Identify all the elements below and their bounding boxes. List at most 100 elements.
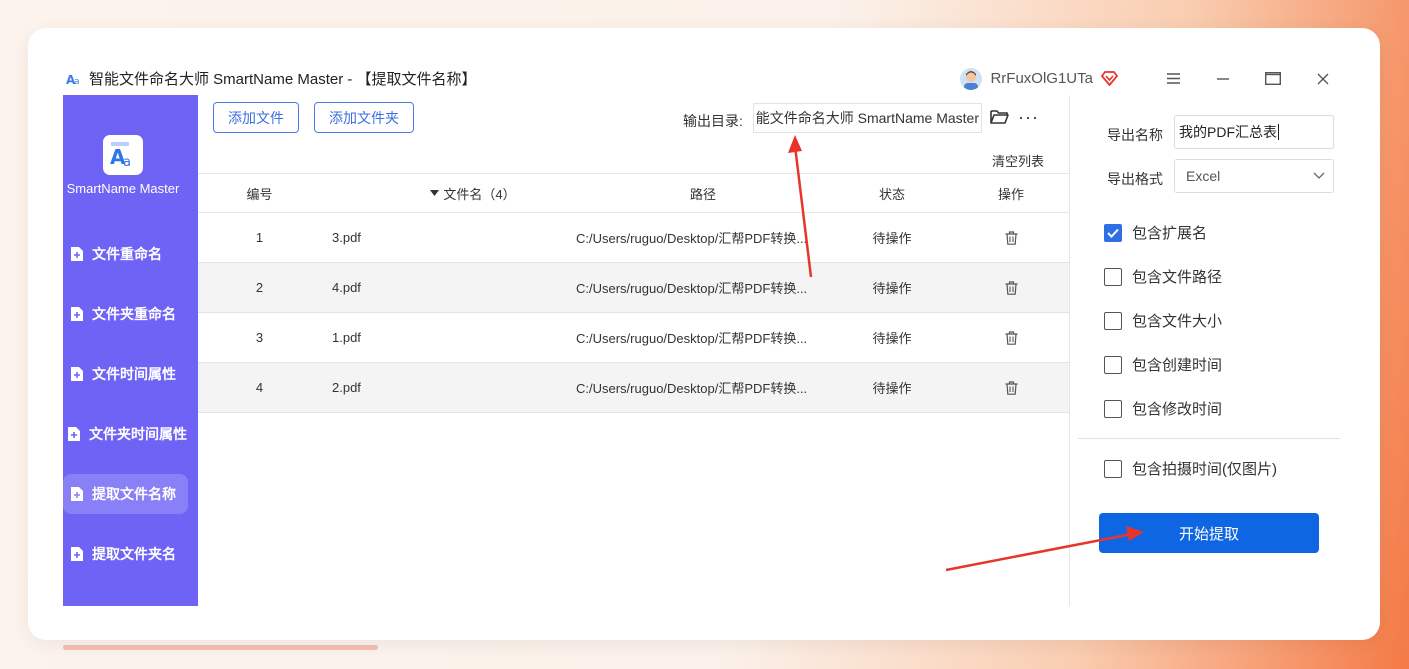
sidebar-item-file-rename[interactable]: 文件重命名 (63, 234, 188, 274)
option-label: 包含文件大小 (1132, 313, 1223, 330)
sidebar-item-extract-foldername[interactable]: 提取文件夹名 (63, 534, 188, 574)
row-num: 3 (255, 330, 264, 345)
header-filename[interactable]: 文件名（4） (398, 174, 548, 212)
clear-list-button[interactable]: 清空列表 (992, 151, 1044, 170)
username[interactable]: RrFuxOlG1UTa (990, 70, 1093, 87)
text-cursor (1278, 124, 1279, 140)
brand-name: SmartName Master (66, 181, 180, 196)
sidebar-item-file-time[interactable]: 文件时间属性 (63, 354, 188, 394)
row-filename: 3.pdf (332, 230, 361, 245)
option-size[interactable]: 包含文件大小 (1104, 310, 1222, 331)
delete-icon[interactable] (978, 213, 1044, 262)
header-path: 路径 (689, 186, 716, 202)
file-table: 编号 文件名（4） 路径 状态 操作 1 3.pdf C:/Users/rugu… (198, 173, 1069, 413)
checkbox[interactable] (1104, 267, 1122, 286)
divider (1078, 438, 1340, 439)
export-name-input[interactable]: 我的PDF汇总表 (1174, 115, 1334, 149)
file-icon (71, 247, 83, 261)
add-folder-button[interactable]: 添加文件夹 (314, 102, 414, 133)
row-status: 待操作 (872, 281, 912, 296)
sidebar-item-label: 文件时间属性 (92, 366, 176, 382)
settings-panel: 导出名称 我的PDF汇总表 导出格式 Excel 包含扩展名 包含文件路径 包含… (1069, 95, 1348, 606)
checkbox[interactable] (1104, 399, 1122, 418)
table-row[interactable]: 3 1.pdf C:/Users/ruguo/Desktop/汇帮PDF转换..… (198, 313, 1069, 363)
export-name-label: 导出名称 (1107, 127, 1163, 143)
file-icon (71, 367, 83, 381)
sidebar-item-label: 文件夹重命名 (92, 306, 176, 322)
chevron-down-icon (1313, 169, 1325, 181)
title-bar: Aa 智能文件命名大师 SmartName Master - 【提取文件名称】 … (63, 62, 1348, 95)
row-path: C:/Users/ruguo/Desktop/汇帮PDF转换... (576, 331, 808, 346)
row-path: C:/Users/ruguo/Desktop/汇帮PDF转换... (576, 381, 808, 396)
app-logo: Aa (103, 135, 143, 175)
table-header: 编号 文件名（4） 路径 状态 操作 (198, 173, 1069, 213)
export-format-select[interactable]: Excel (1174, 159, 1334, 193)
option-label: 包含拍摄时间(仅图片) (1132, 461, 1277, 478)
row-filename: 1.pdf (332, 330, 361, 345)
delete-icon[interactable] (978, 363, 1044, 412)
checkbox-checked[interactable] (1104, 223, 1122, 242)
sidebar-item-label: 提取文件夹名 (92, 546, 176, 562)
option-label: 包含创建时间 (1132, 357, 1223, 374)
window-title: 智能文件命名大师 SmartName Master - 【提取文件名称】 (89, 71, 477, 88)
checkbox[interactable] (1104, 311, 1122, 330)
option-created-time[interactable]: 包含创建时间 (1104, 354, 1222, 375)
table-row[interactable]: 2 4.pdf C:/Users/ruguo/Desktop/汇帮PDF转换..… (198, 263, 1069, 313)
row-path: C:/Users/ruguo/Desktop/汇帮PDF转换... (576, 281, 808, 296)
option-label: 包含修改时间 (1132, 401, 1223, 418)
file-icon (71, 487, 83, 501)
row-filename: 2.pdf (332, 380, 361, 395)
sidebar-item-extract-filename[interactable]: 提取文件名称 (63, 474, 188, 514)
checkbox[interactable] (1104, 459, 1122, 478)
sidebar-item-label: 文件重命名 (92, 246, 162, 262)
avatar[interactable] (960, 67, 983, 90)
row-num: 1 (255, 230, 264, 245)
file-icon (71, 307, 83, 321)
close-icon[interactable] (1298, 62, 1348, 95)
sidebar-item-label: 文件夹时间属性 (89, 426, 187, 442)
row-status: 待操作 (872, 331, 912, 346)
option-label: 包含扩展名 (1132, 225, 1208, 242)
export-name-value: 我的PDF汇总表 (1179, 124, 1277, 140)
sidebar-item-folder-rename[interactable]: 文件夹重命名 (63, 294, 188, 334)
table-row[interactable]: 1 3.pdf C:/Users/ruguo/Desktop/汇帮PDF转换..… (198, 213, 1069, 263)
sidebar-item-label: 提取文件名称 (92, 486, 176, 502)
output-dir-label: 输出目录: (683, 113, 743, 129)
vip-diamond-icon[interactable] (1101, 71, 1118, 86)
row-status: 待操作 (872, 381, 912, 396)
file-icon (68, 427, 80, 441)
app-window: Aa 智能文件命名大师 SmartName Master - 【提取文件名称】 … (63, 62, 1348, 606)
checkbox[interactable] (1104, 355, 1122, 374)
sort-down-icon (430, 190, 440, 196)
svg-text:a: a (123, 155, 131, 170)
scroll-indicator (63, 645, 378, 650)
start-extract-button[interactable]: 开始提取 (1099, 513, 1319, 553)
menu-icon[interactable] (1148, 62, 1198, 95)
row-filename: 4.pdf (332, 280, 361, 295)
maximize-icon[interactable] (1248, 62, 1298, 95)
header-filename-label: 文件名（4） (443, 186, 516, 202)
option-modified-time[interactable]: 包含修改时间 (1104, 398, 1222, 419)
delete-icon[interactable] (978, 313, 1044, 362)
option-path[interactable]: 包含文件路径 (1104, 266, 1222, 287)
header-status: 状态 (878, 186, 905, 202)
folder-open-icon[interactable] (990, 109, 1009, 124)
option-photo-time[interactable]: 包含拍摄时间(仅图片) (1104, 458, 1277, 479)
row-path: C:/Users/ruguo/Desktop/汇帮PDF转换... (576, 231, 808, 246)
header-num: 编号 (246, 186, 273, 202)
minimize-icon[interactable] (1198, 62, 1248, 95)
row-status: 待操作 (872, 231, 912, 246)
export-format-label: 导出格式 (1107, 171, 1163, 187)
option-extension[interactable]: 包含扩展名 (1104, 222, 1207, 243)
sidebar-item-folder-time[interactable]: 文件夹时间属性 (63, 414, 188, 454)
option-label: 包含文件路径 (1132, 269, 1223, 286)
header-op: 操作 (997, 186, 1024, 202)
table-row[interactable]: 4 2.pdf C:/Users/ruguo/Desktop/汇帮PDF转换..… (198, 363, 1069, 413)
row-num: 2 (255, 280, 264, 295)
more-icon[interactable]: ··· (1018, 107, 1039, 128)
output-dir-field[interactable]: 能文件命名大师 SmartName Master (753, 103, 982, 133)
svg-text:a: a (74, 77, 80, 86)
file-icon (71, 547, 83, 561)
delete-icon[interactable] (978, 263, 1044, 312)
add-file-button[interactable]: 添加文件 (213, 102, 299, 133)
